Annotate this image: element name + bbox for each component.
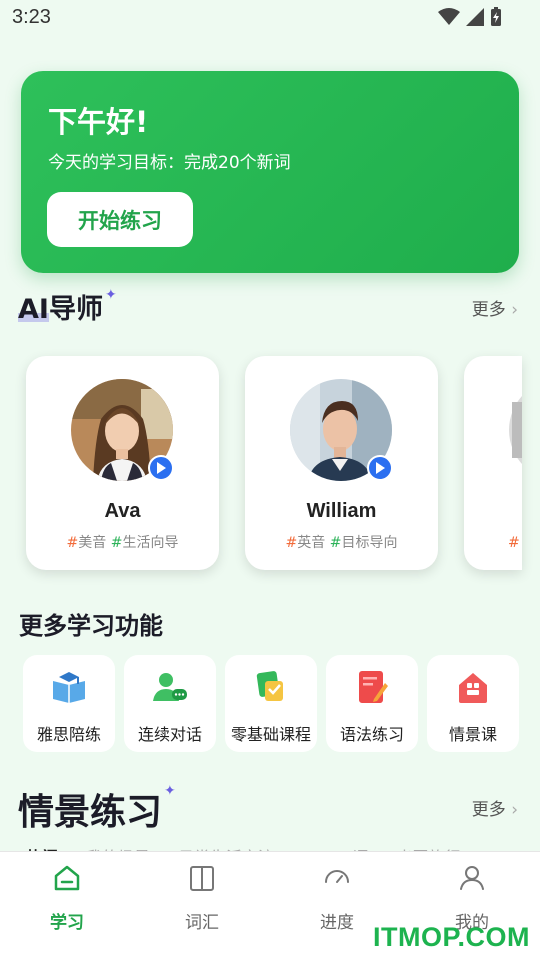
scene-title-text: 情景练习 <box>18 792 163 833</box>
function-label: 情景课 <box>448 725 497 744</box>
chevron-right-icon: › <box>511 800 518 820</box>
avatar: # <box>508 396 522 551</box>
tutor-tag: 美音 <box>78 535 107 551</box>
tutor-card-partial[interactable]: # <box>464 356 522 570</box>
functions-row: 雅思陪练 连续对话 零基础课程 语法练习 情景课 <box>23 655 519 752</box>
chevron-right-icon: › <box>511 300 518 320</box>
function-continuous-dialog[interactable]: 连续对话 <box>124 655 216 752</box>
battery-icon <box>491 7 501 26</box>
function-scene-course[interactable]: 情景课 <box>427 655 519 752</box>
tutor-card-william[interactable]: William #英音 #目标导向 <box>245 356 438 570</box>
play-icon[interactable] <box>148 455 174 481</box>
gauge-icon <box>325 870 349 883</box>
user-icon <box>460 866 484 890</box>
sparkle-icon: ✦ <box>164 783 176 799</box>
nav-study[interactable]: 学习 <box>27 864 107 933</box>
function-label: 零基础课程 <box>230 725 311 744</box>
tutor-name: William <box>306 500 377 522</box>
svg-text:#: # <box>508 535 520 551</box>
more-functions-title: 更多学习功能 <box>19 612 163 640</box>
tutor-card-ava[interactable]: Ava #美音 #生活向导 <box>26 356 219 570</box>
ai-title-prefix: AI <box>18 294 49 325</box>
graduation-book-icon <box>53 672 85 703</box>
signal-icon <box>466 8 484 26</box>
daily-goal-text: 今天的学习目标：完成20个新词 <box>48 153 291 173</box>
nav-label: 学习 <box>50 913 84 933</box>
start-practice-button[interactable]: 开始练习 <box>47 192 193 247</box>
function-grammar[interactable]: 语法练习 <box>326 655 418 752</box>
tutor-tag: 英音 <box>297 535 326 551</box>
tutors-more-link[interactable]: 更多 › <box>472 295 518 320</box>
scene-more-link[interactable]: 更多 › <box>472 795 518 820</box>
greeting-card: 下午好! 今天的学习目标：完成20个新词 开始练习 <box>21 71 519 273</box>
grammar-notebook-icon <box>359 671 388 703</box>
tutor-name: Ava <box>104 500 141 522</box>
nav-label: 进度 <box>320 913 354 933</box>
status-bar: 3:23 <box>0 0 540 36</box>
nav-progress[interactable]: 进度 <box>297 864 377 933</box>
nav-label: 词汇 <box>185 913 219 933</box>
greeting-title: 下午好! <box>48 105 149 139</box>
tutors-more-label: 更多 <box>471 300 506 320</box>
scene-house-icon <box>459 673 487 703</box>
watermark: ITMOP.COM <box>372 922 530 952</box>
tutor-tag: 生活向导 <box>122 535 179 551</box>
function-label: 连续对话 <box>137 725 202 744</box>
ai-tutors-title: AI导师 ✦ <box>18 287 117 326</box>
status-time: 3:23 <box>12 6 51 28</box>
wifi-icon <box>438 8 460 25</box>
function-label: 语法练习 <box>339 725 404 744</box>
home-icon <box>54 865 80 891</box>
play-icon[interactable] <box>367 455 393 481</box>
sparkle-icon: ✦ <box>104 287 117 303</box>
function-label: 雅思陪练 <box>36 725 101 744</box>
scene-more-label: 更多 <box>471 800 506 820</box>
tutor-tag: 目标导向 <box>341 535 398 551</box>
nav-vocabulary[interactable]: 词汇 <box>162 864 242 933</box>
function-ielts[interactable]: 雅思陪练 <box>23 655 115 752</box>
tutor-tags: #美音 #生活向导 <box>66 535 179 551</box>
book-icon <box>190 866 214 891</box>
ai-title-suffix: 导师 <box>48 294 103 325</box>
tutor-tags: #英音 #目标导向 <box>285 535 398 551</box>
scene-practice-title: 情景练习✦ <box>18 783 176 835</box>
status-icons <box>438 7 502 27</box>
starter-course-icon <box>256 671 283 701</box>
chat-person-icon <box>153 673 187 701</box>
function-beginner-course[interactable]: 零基础课程 <box>225 655 317 752</box>
